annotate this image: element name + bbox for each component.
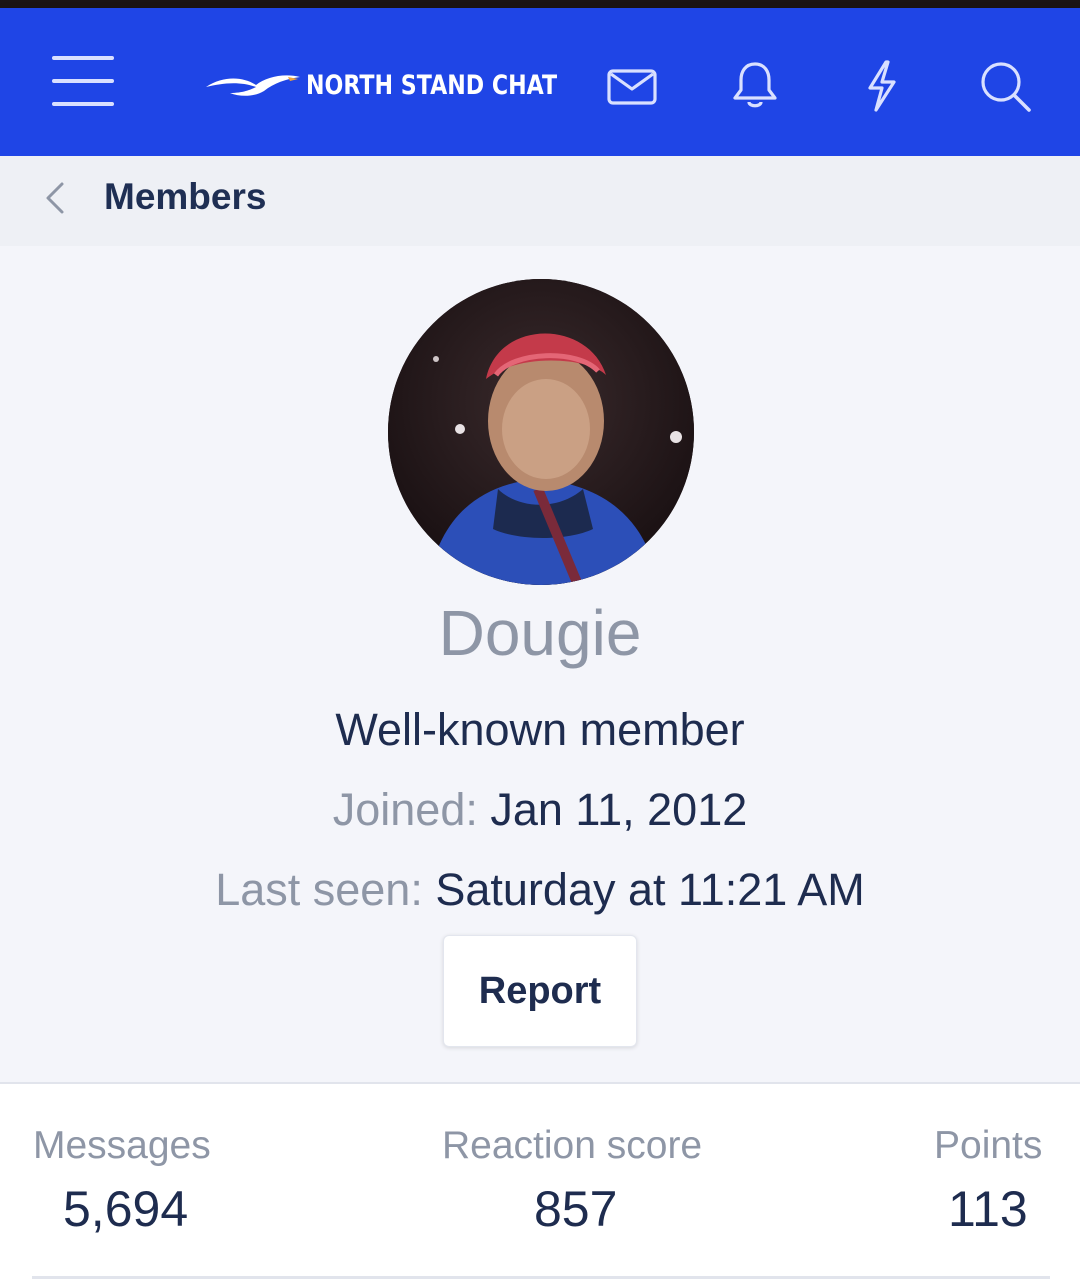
- last-seen-label: Last seen:: [215, 864, 423, 915]
- stat-value-reaction-score: 857: [534, 1181, 618, 1237]
- joined-value: Jan 11, 2012: [490, 784, 748, 835]
- lightning-icon[interactable]: [852, 58, 908, 114]
- stat-value-messages[interactable]: 5,694: [63, 1180, 188, 1238]
- divider: [32, 1276, 1050, 1279]
- breadcrumb-link-members[interactable]: Members: [104, 176, 266, 218]
- profile-user-title: Well-known member: [335, 704, 745, 755]
- stat-label-messages: Messages: [33, 1124, 211, 1167]
- avatar[interactable]: [388, 279, 694, 585]
- seagull-logo-icon: [206, 75, 300, 96]
- site-logo[interactable]: NORTH STAND CHAT: [204, 62, 612, 108]
- stat-value-points[interactable]: 113: [948, 1180, 1028, 1238]
- profile-joined: Joined: Jan 11, 2012: [0, 784, 1080, 836]
- bell-icon[interactable]: [727, 58, 783, 114]
- profile-username: Dougie: [438, 597, 642, 669]
- menu-icon[interactable]: [52, 56, 114, 108]
- top-nav-bar: NORTH STAND CHAT: [0, 8, 1080, 156]
- report-button[interactable]: Report: [443, 935, 637, 1047]
- search-icon[interactable]: [977, 58, 1033, 114]
- joined-label: Joined:: [332, 784, 478, 835]
- last-seen-value: Saturday at 11:21 AM: [435, 864, 865, 915]
- profile-last-seen: Last seen: Saturday at 11:21 AM: [0, 864, 1080, 916]
- status-strip: [0, 0, 1080, 8]
- envelope-icon[interactable]: [604, 58, 660, 114]
- stat-label-reaction-score: Reaction score: [442, 1124, 703, 1167]
- stat-label-points: Points: [934, 1124, 1043, 1167]
- chevron-left-icon[interactable]: [38, 178, 74, 218]
- profile-stats: Messages 5,694 Reaction score 857 Points…: [0, 1082, 1080, 1286]
- logo-text: NORTH STAND CHAT: [306, 69, 558, 101]
